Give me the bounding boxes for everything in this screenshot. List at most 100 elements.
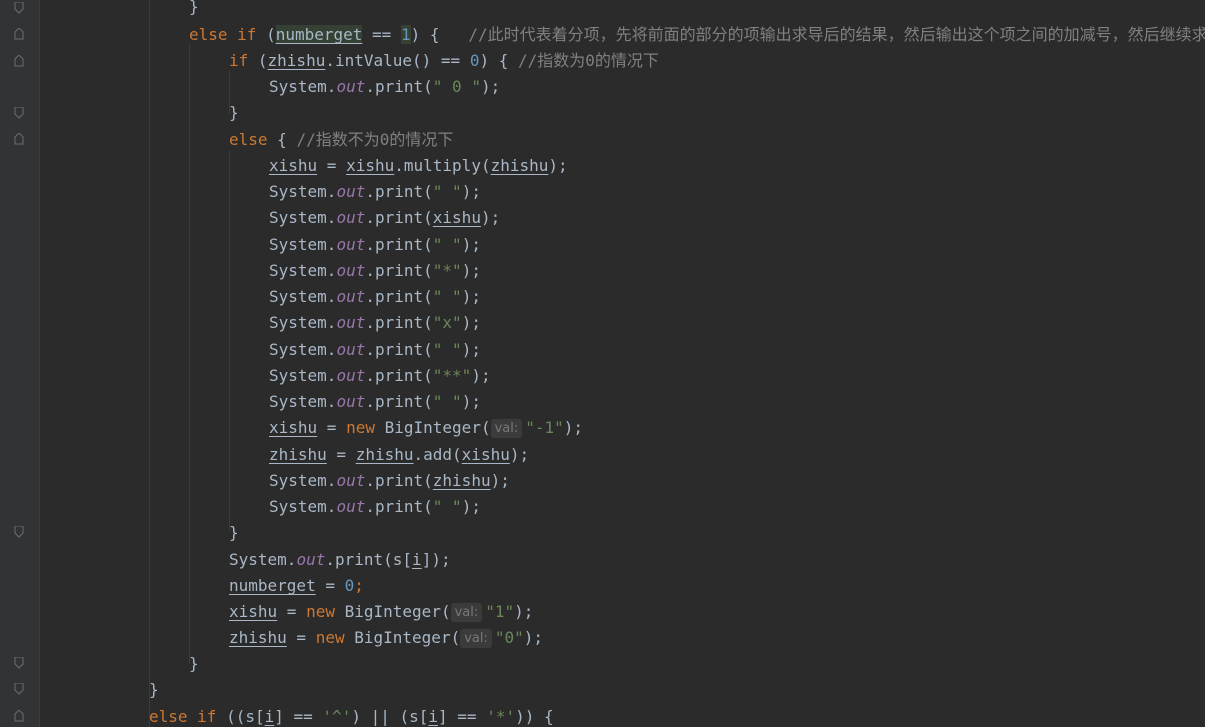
field: out: [336, 392, 366, 411]
operator: =: [315, 576, 345, 595]
code-line[interactable]: xishu = xishu.multiply(zhishu);: [269, 153, 568, 179]
operator: ==: [362, 25, 401, 44]
fold-icon[interactable]: [14, 526, 24, 538]
class-name: BigInteger(: [374, 418, 491, 437]
fold-icon[interactable]: [14, 2, 24, 14]
punct: );: [509, 445, 530, 464]
punct: (: [248, 51, 268, 70]
code-editor[interactable]: } else if (numberget == 1) { //此时代表着分项，先…: [40, 0, 1205, 727]
punct: );: [523, 628, 544, 647]
fold-icon[interactable]: [14, 710, 24, 722]
punct: ]);: [421, 550, 451, 569]
class-name: BigInteger(: [334, 602, 451, 621]
comment: //指数为0的情况下: [518, 51, 659, 70]
code-line[interactable]: System.out.print(s[i]);: [229, 547, 451, 573]
code-line[interactable]: System.out.print("x");: [269, 310, 481, 336]
method-call: .multiply(: [394, 156, 491, 175]
class-name: System.: [269, 287, 337, 306]
indent-guide: [229, 150, 230, 530]
punct: );: [563, 418, 584, 437]
indent-guide: [189, 44, 190, 664]
variable: i: [264, 707, 275, 726]
code-line[interactable]: }: [229, 100, 239, 126]
code-line[interactable]: }: [229, 520, 239, 546]
code-line[interactable]: }: [149, 677, 159, 703]
code-line[interactable]: System.out.print("*");: [269, 258, 481, 284]
method-call: .print(: [365, 287, 433, 306]
code-line[interactable]: System.out.print(zhishu);: [269, 468, 510, 494]
code-line[interactable]: zhishu = new BigInteger(val: "0");: [229, 625, 543, 651]
punct: );: [461, 261, 481, 280]
code-line[interactable]: System.out.print(xishu);: [269, 205, 500, 231]
fold-icon[interactable]: [14, 28, 24, 40]
code-line[interactable]: else if (numberget == 1) { //此时代表着分项，先将前…: [189, 22, 1205, 48]
code-line[interactable]: xishu = new BigInteger(val: "-1");: [269, 415, 583, 441]
code-line[interactable]: System.out.print(" ");: [269, 232, 481, 258]
code-line[interactable]: else { //指数不为0的情况下: [229, 127, 453, 153]
method-call: .print(: [365, 182, 433, 201]
code-line[interactable]: numberget = 0;: [229, 573, 364, 599]
keyword-new: new: [306, 602, 335, 621]
punct: (: [256, 25, 276, 44]
code-line[interactable]: System.out.print(" ");: [269, 284, 481, 310]
code-line[interactable]: xishu = new BigInteger(val: "1");: [229, 599, 533, 625]
method-call: .print(: [365, 340, 433, 359]
code-line[interactable]: System.out.print("**");: [269, 363, 491, 389]
code-line[interactable]: System.out.print(" ");: [269, 179, 481, 205]
fold-icon[interactable]: [14, 55, 24, 67]
method-call: .print(: [365, 366, 433, 385]
code-line[interactable]: if (zhishu.intValue() == 0) { //指数为0的情况下: [229, 48, 659, 74]
string: "*": [432, 261, 462, 280]
class-name: System.: [269, 392, 337, 411]
class-name: System.: [269, 471, 337, 490]
punct: {: [267, 130, 297, 149]
method-call: .print(: [365, 208, 433, 227]
code-line[interactable]: System.out.print(" ");: [269, 389, 481, 415]
class-name: System.: [269, 77, 337, 96]
fold-icon[interactable]: [14, 657, 24, 669]
field: out: [336, 366, 366, 385]
fold-icon[interactable]: [14, 107, 24, 119]
fold-icon[interactable]: [14, 683, 24, 695]
punct: ] ==: [438, 707, 487, 726]
variable: xishu: [461, 445, 510, 464]
brace: }: [189, 0, 199, 16]
code-line[interactable]: }: [189, 0, 199, 20]
punct: );: [461, 340, 481, 359]
punct: );: [461, 497, 481, 516]
punct: );: [461, 313, 481, 332]
operator: =: [326, 445, 356, 464]
code-line[interactable]: System.out.print(" ");: [269, 494, 481, 520]
field: out: [336, 208, 366, 227]
fold-icon[interactable]: [14, 133, 24, 145]
method-call: .intValue() ==: [325, 51, 470, 70]
variable: xishu: [269, 156, 318, 175]
punct: );: [480, 77, 501, 96]
code-line[interactable]: System.out.print(" 0 ");: [269, 74, 500, 100]
code-line[interactable]: System.out.print(" ");: [269, 337, 481, 363]
code-line[interactable]: }: [189, 651, 199, 677]
field: out: [296, 550, 326, 569]
variable: zhishu: [229, 628, 287, 647]
code-line[interactable]: zhishu = zhishu.add(xishu);: [269, 442, 529, 468]
method-call: .print(: [365, 497, 433, 516]
string: " ": [432, 287, 462, 306]
punct: );: [480, 208, 501, 227]
keyword-new: new: [315, 628, 345, 647]
code-line[interactable]: else if ((s[i] == '^') || (s[i] == '*'))…: [149, 704, 554, 727]
punct: ) {: [410, 25, 469, 44]
field: out: [336, 340, 366, 359]
operator: =: [277, 602, 307, 621]
field: out: [336, 471, 366, 490]
keyword-if: if: [237, 25, 257, 44]
method-call: .print(: [365, 235, 433, 254]
punct: );: [461, 392, 481, 411]
string: "1": [485, 602, 515, 621]
field: out: [336, 77, 366, 96]
string: "x": [432, 313, 462, 332]
keyword-if: if: [229, 51, 249, 70]
indent-guide: [149, 0, 150, 727]
brace: }: [149, 680, 159, 699]
field: out: [336, 313, 366, 332]
method-call: .print(: [365, 471, 433, 490]
